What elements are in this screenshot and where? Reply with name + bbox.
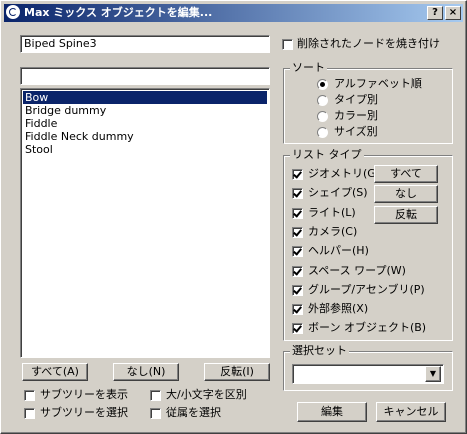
selection-set-title: 選択セット (290, 344, 349, 358)
select-none-button[interactable]: なし(N) (113, 363, 179, 381)
list-type-checkbox-0[interactable] (292, 169, 303, 180)
list-item[interactable]: Bow (23, 91, 267, 104)
object-name-value: Biped Spine3 (24, 37, 97, 50)
sort-option-label: カラー別 (334, 109, 378, 122)
close-button[interactable]: × (445, 6, 461, 20)
list-types-invert-button[interactable]: 反転 (374, 206, 438, 224)
list-type-label: ライト(L) (308, 205, 356, 219)
help-button[interactable]: ? (427, 6, 443, 20)
show-subtree-checkbox[interactable] (24, 390, 35, 401)
bake-deleted-label: 削除されたノードを焼き付け (297, 37, 440, 50)
list-type-checkbox-1[interactable] (292, 188, 303, 200)
list-type-checkbox-3[interactable] (292, 226, 303, 238)
dialog-window: Max ミックス オブジェクトを編集... ? × Biped Spine3 B… (0, 0, 467, 434)
list-type-checkbox-2[interactable] (292, 207, 303, 219)
list-type-label: カメラ(C) (308, 224, 358, 238)
selection-set-group: 選択セット ▼ (283, 344, 453, 391)
list-type-label: グループ/アセンブリ(P) (308, 282, 425, 296)
sort-radio-2[interactable] (317, 111, 328, 122)
list-item[interactable]: Fiddle Neck dummy (23, 130, 267, 143)
case-sensitive-label: 大/小文字を区別 (166, 388, 247, 401)
list-type-label: 外部参照(X) (308, 302, 369, 316)
list-item[interactable]: Bridge dummy (23, 104, 267, 117)
list-type-checkbox-5[interactable] (292, 265, 303, 277)
sort-option-label: アルファベット順 (334, 77, 422, 90)
sort-group-title: ソート (290, 61, 327, 75)
list-type-checkbox-4[interactable] (292, 246, 303, 258)
show-subtree-label: サブツリーを表示 (40, 388, 128, 401)
case-sensitive-checkbox[interactable] (150, 390, 161, 401)
sort-option-label: サイズ別 (334, 125, 378, 138)
list-types-all-button[interactable]: すべて (374, 165, 438, 183)
list-type-label: ヘルパー(H) (308, 244, 369, 258)
list-item[interactable]: Stool (23, 143, 267, 156)
list-type-label: シェイプ(S) (308, 186, 368, 200)
select-invert-button[interactable]: 反転(I) (204, 363, 270, 381)
list-type-checkbox-8[interactable] (292, 323, 303, 335)
bake-deleted-checkbox[interactable] (282, 39, 293, 50)
filter-input[interactable] (20, 67, 270, 85)
select-dependents-label: 従属を選択 (166, 406, 221, 419)
list-type-checkbox-6[interactable] (292, 284, 303, 296)
sort-radio-0[interactable] (317, 79, 328, 90)
object-name-field[interactable]: Biped Spine3 (20, 35, 270, 53)
list-type-label: ジオメトリ(G) (308, 167, 381, 180)
select-all-button[interactable]: すべて(A) (22, 363, 88, 381)
list-types-group-title: リスト タイプ (290, 148, 364, 162)
select-dependents-checkbox[interactable] (150, 408, 161, 419)
sort-group: ソート アルファベット順 タイプ別カラー別サイズ別 (283, 61, 453, 144)
sort-option-label: タイプ別 (334, 93, 378, 106)
select-subtree-checkbox[interactable] (24, 408, 35, 419)
cancel-button[interactable]: キャンセル (376, 402, 446, 422)
list-type-label: ボーン オブジェクト(B) (308, 321, 427, 335)
selection-set-dropdown[interactable]: ▼ (292, 364, 444, 384)
window-title: Max ミックス オブジェクトを編集... (24, 6, 213, 19)
list-item[interactable]: Fiddle (23, 117, 267, 130)
title-bar[interactable]: Max ミックス オブジェクトを編集... ? × (4, 4, 463, 22)
list-type-checkbox-7[interactable] (292, 304, 303, 316)
sort-radio-3[interactable] (317, 127, 328, 138)
sort-radio-1[interactable] (317, 95, 328, 106)
list-types-none-button[interactable]: なし (374, 185, 438, 203)
app-logo-icon (6, 5, 20, 19)
select-subtree-label: サブツリーを選択 (40, 406, 128, 419)
edit-button[interactable]: 編集 (297, 402, 367, 422)
chevron-down-icon[interactable]: ▼ (425, 366, 441, 382)
list-types-group: リスト タイプ ジオメトリ(G) シェイプ(S) ライト(L) カメラ(C) ヘルパー(… (283, 148, 453, 341)
object-list[interactable]: Bow Bridge dummy Fiddle Fiddle Neck dummy St… (20, 88, 270, 358)
list-type-label: スペース ワープ(W) (308, 263, 406, 277)
